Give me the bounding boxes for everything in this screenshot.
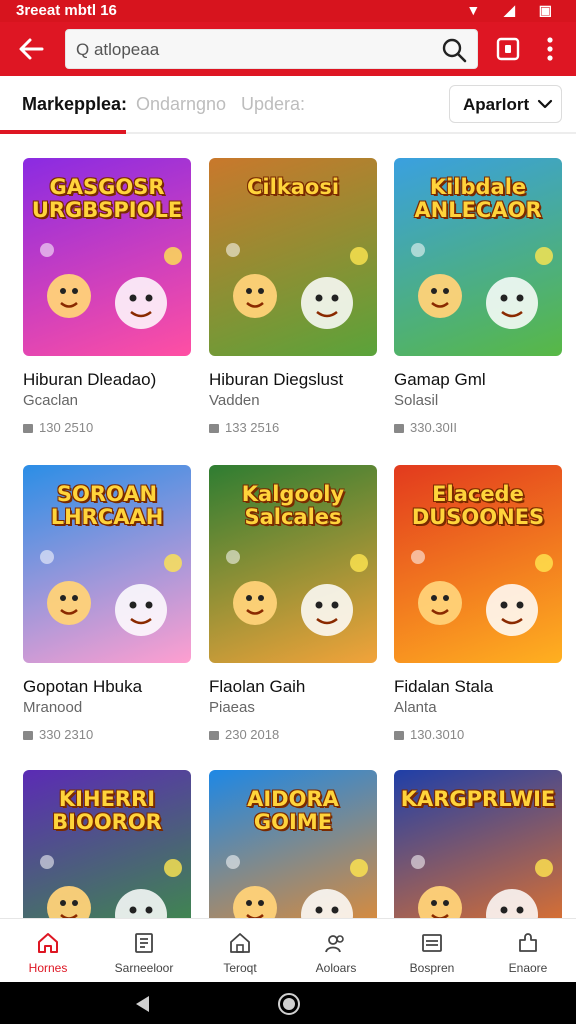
game-meta: 130 2510 — [23, 420, 93, 435]
game-thumbnail[interactable]: Elacede DUSOONES — [394, 465, 562, 663]
house-outline-icon — [230, 933, 250, 953]
game-subtitle: Piaeas — [209, 699, 255, 716]
game-meta: 230 2018 — [209, 727, 279, 742]
game-characters-illustration — [40, 550, 182, 636]
back-arrow-icon[interactable] — [14, 33, 48, 65]
document-icon — [135, 933, 153, 953]
tab-marketplace[interactable]: Markepplea: — [22, 94, 127, 115]
game-meta: 133 2516 — [209, 420, 279, 435]
game-subtitle: Mranood — [23, 699, 83, 716]
tab-indicator — [0, 130, 126, 134]
game-thumbnail[interactable]: GASGOSR URGBSPIOLE — [23, 158, 191, 356]
nav-item-bospren[interactable]: Bospren — [384, 919, 480, 983]
tab-ondarngno[interactable]: Ondarngno — [136, 94, 226, 115]
game-card[interactable]: KARGPRLWIE — [394, 770, 562, 918]
tabs-bar: Markepplea: Ondarngno Updera: Aparlort — [0, 76, 576, 134]
download-count-icon — [209, 731, 219, 740]
list-icon — [422, 934, 442, 952]
game-title[interactable]: Gopotan Hbuka — [23, 677, 142, 697]
game-thumbnail[interactable]: KIHERRI BIOOROR — [23, 770, 191, 918]
game-meta-text: 130 2510 — [39, 420, 94, 435]
game-subtitle: Gcaclan — [23, 392, 79, 409]
home-icon — [38, 933, 58, 953]
search-icon[interactable] — [441, 37, 467, 63]
status-time: 3reeat mbtl 16 — [16, 2, 117, 19]
nav-label-home: Hornes — [28, 961, 68, 975]
game-meta-text: 130.3010 — [410, 727, 465, 742]
status-icons: ▼ ◢ ▣ — [466, 2, 562, 18]
game-card[interactable]: AIDORA GOIME — [209, 770, 377, 918]
nav-item-home[interactable]: Hornes — [0, 919, 96, 983]
game-card[interactable]: SOROAN LHRCAAH Gopotan Hbuka Mranood 330 23… — [23, 465, 191, 755]
cart-icon[interactable] — [494, 34, 522, 64]
game-characters-illustration — [226, 855, 368, 918]
game-characters-illustration — [226, 550, 368, 636]
sort-dropdown[interactable]: Aparlort — [449, 85, 562, 123]
game-subtitle: Alanta — [394, 699, 437, 716]
more-options-icon[interactable] — [538, 34, 562, 64]
game-characters-illustration — [40, 243, 182, 329]
sort-label: Aparlort — [463, 95, 530, 114]
game-grid: GASGOSR URGBSPIOLE Hiburan Dleadao) Gcacla… — [0, 136, 576, 918]
game-thumbnail[interactable]: SOROAN LHRCAAH — [23, 465, 191, 663]
game-title[interactable]: Gamap Gml — [394, 370, 486, 390]
game-characters-illustration — [411, 855, 553, 918]
nav-label-enaore: Enaore — [508, 961, 548, 975]
chevron-down-icon — [537, 99, 553, 109]
game-subtitle: Solasil — [394, 392, 439, 409]
download-count-icon — [394, 731, 404, 740]
game-meta-text: 330 2310 — [39, 727, 94, 742]
nav-label-sarneeloor: Sarneeloor — [114, 961, 174, 975]
app-bar — [0, 22, 576, 76]
game-subtitle: Vadden — [209, 392, 260, 409]
game-thumbnail[interactable]: Kilbdale ANLECAOR — [394, 158, 562, 356]
nav-item-aoloars[interactable]: Aoloars — [288, 919, 384, 983]
game-meta: 330 2310 — [23, 727, 93, 742]
game-card[interactable]: Kalgooly Salcales Flaolan Gaih Piaeas 230 2… — [209, 465, 377, 755]
game-characters-illustration — [411, 550, 553, 636]
tab-updera[interactable]: Updera: — [241, 94, 305, 115]
game-thumbnail[interactable]: KARGPRLWIE — [394, 770, 562, 918]
nav-label-bospren: Bospren — [409, 961, 455, 975]
bottom-nav: Hornes Sarneeloor Teroqt Aoloars Bospren… — [0, 918, 576, 982]
game-meta-text: 330.30II — [410, 420, 457, 435]
search-box[interactable] — [65, 29, 478, 69]
game-characters-illustration — [40, 855, 182, 918]
status-bar: 3reeat mbtl 16 ▼ ◢ ▣ — [0, 0, 576, 22]
nav-item-teroqt[interactable]: Teroqt — [192, 919, 288, 983]
game-thumbnail[interactable]: Cilkaosi — [209, 158, 377, 356]
game-meta: 330.30II — [394, 420, 457, 435]
search-input[interactable] — [76, 38, 436, 62]
game-thumbnail[interactable]: AIDORA GOIME — [209, 770, 377, 918]
game-meta-text: 133 2516 — [225, 420, 280, 435]
system-back-icon[interactable] — [133, 994, 151, 1014]
game-meta-text: 230 2018 — [225, 727, 280, 742]
nav-label-teroqt: Teroqt — [223, 961, 257, 975]
nav-label-aoloars: Aoloars — [315, 961, 357, 975]
download-count-icon — [23, 731, 33, 740]
download-count-icon — [209, 424, 219, 433]
download-count-icon — [394, 424, 404, 433]
game-card[interactable]: Cilkaosi Hiburan Diegslust Vadden 133 2516 — [209, 158, 377, 448]
system-nav-bar — [0, 982, 576, 1024]
game-title[interactable]: Hiburan Dleadao) — [23, 370, 156, 390]
game-card[interactable]: KIHERRI BIOOROR — [23, 770, 191, 918]
game-card[interactable]: GASGOSR URGBSPIOLE Hiburan Dleadao) Gcacla… — [23, 158, 191, 448]
game-title[interactable]: Fidalan Stala — [394, 677, 493, 697]
game-title[interactable]: Flaolan Gaih — [209, 677, 305, 697]
game-thumbnail[interactable]: Kalgooly Salcales — [209, 465, 377, 663]
game-card[interactable]: Elacede DUSOONES Fidalan Stala Alanta 130.3… — [394, 465, 562, 755]
game-meta: 130.3010 — [394, 727, 464, 742]
game-characters-illustration — [226, 243, 368, 329]
game-card[interactable]: Kilbdale ANLECAOR Gamap Gml Solasil 330.30I… — [394, 158, 562, 448]
game-title[interactable]: Hiburan Diegslust — [209, 370, 343, 390]
game-characters-illustration — [411, 243, 553, 329]
nav-item-enaore[interactable]: Enaore — [480, 919, 576, 983]
system-home-icon[interactable] — [278, 993, 300, 1015]
people-icon — [325, 935, 344, 953]
puzzle-icon — [519, 933, 537, 952]
download-count-icon — [23, 424, 33, 433]
nav-item-sarneeloor[interactable]: Sarneeloor — [96, 919, 192, 983]
